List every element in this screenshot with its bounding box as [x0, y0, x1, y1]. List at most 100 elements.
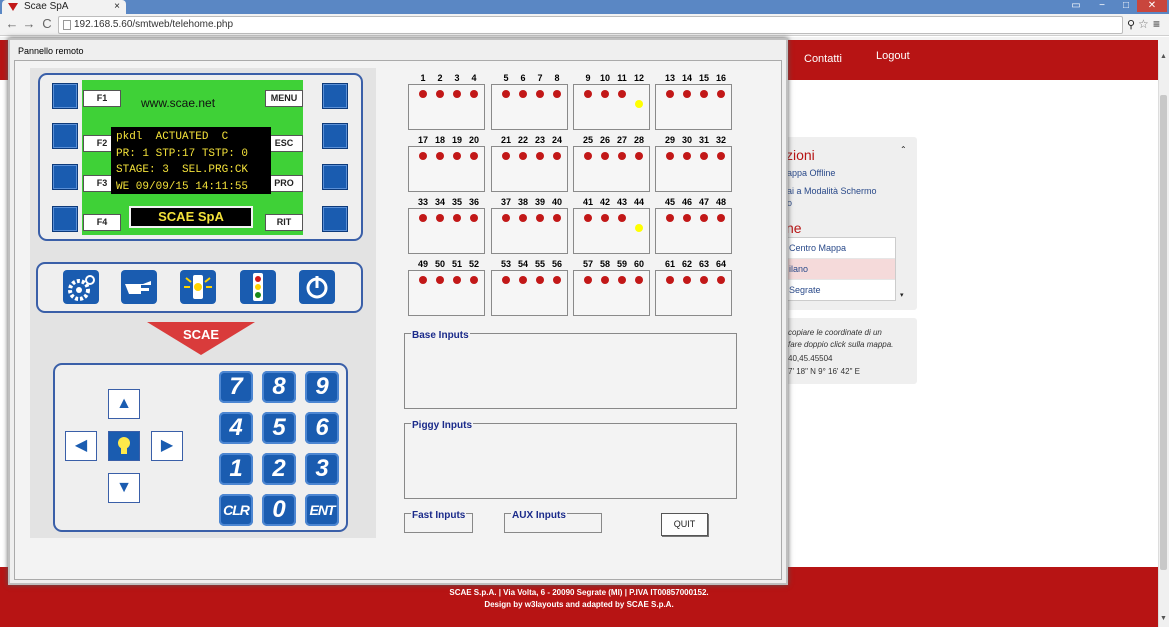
io-led	[601, 276, 609, 284]
io-group-box	[491, 208, 568, 254]
address-bar[interactable]: 192.168.5.60/smtweb/telehome.php	[58, 16, 1123, 34]
io-group-box	[408, 84, 485, 130]
quit-button[interactable]: QUIT	[661, 513, 708, 536]
map-item[interactable]: Segrate	[787, 280, 895, 300]
side-key-right-3[interactable]	[322, 164, 348, 190]
maximize-icon[interactable]: □	[1113, 0, 1139, 12]
menu-key[interactable]: MENU	[265, 90, 303, 107]
base-inputs-legend: Base Inputs	[411, 330, 470, 341]
nav-link-contatti[interactable]: Contatti	[804, 53, 842, 65]
io-led	[666, 100, 674, 108]
sidebar-item-fullscreen[interactable]: ai a Modalità Schermo	[787, 186, 877, 196]
io-led	[453, 90, 461, 98]
side-key-left-1[interactable]	[52, 83, 78, 109]
io-led	[502, 224, 510, 232]
hand-pointer-icon[interactable]	[121, 270, 157, 304]
io-led	[635, 152, 643, 160]
io-led	[419, 90, 427, 98]
back-icon[interactable]: ←	[4, 16, 20, 32]
clr-key[interactable]: CLR	[219, 494, 253, 526]
key-4[interactable]: 4	[219, 412, 253, 444]
io-led	[635, 276, 643, 284]
arrow-left-key[interactable]: ◀	[65, 431, 97, 461]
side-key-left-4[interactable]	[52, 206, 78, 232]
power-icon[interactable]	[299, 270, 335, 304]
hint-line: copiare le coordinate di un	[788, 328, 882, 337]
io-led	[700, 276, 708, 284]
browser-tab[interactable]: Scae SpA ×	[2, 0, 126, 14]
side-key-right-1[interactable]	[322, 83, 348, 109]
io-label: 20	[468, 135, 479, 145]
reload-icon[interactable]: C	[39, 16, 55, 32]
dropdown-icon[interactable]: ▾	[900, 291, 904, 299]
io-led	[584, 276, 592, 284]
traffic-light-flash-icon[interactable]	[180, 270, 216, 304]
forward-icon[interactable]: →	[21, 16, 37, 32]
arrow-up-key[interactable]: ▲	[108, 389, 140, 419]
sidebar-item-offline[interactable]: appa Offline	[787, 168, 835, 178]
arrow-right-key[interactable]: ▶	[151, 431, 183, 461]
fast-inputs-panel: Fast Inputs	[404, 510, 473, 533]
base-inputs-panel: Base Inputs	[404, 330, 737, 409]
settings-icon[interactable]	[63, 270, 99, 304]
io-led	[601, 162, 609, 170]
rit-key[interactable]: RIT	[265, 214, 303, 231]
io-group: 17 18 19 20	[408, 135, 486, 195]
side-key-left-2[interactable]	[52, 123, 78, 149]
io-led	[683, 276, 691, 284]
io-label: 17	[417, 135, 428, 145]
io-led	[635, 162, 643, 170]
f4-key[interactable]: F4	[83, 214, 121, 231]
scroll-thumb[interactable]	[1160, 95, 1167, 570]
window-close-icon[interactable]: ✕	[1137, 0, 1167, 12]
io-group-box	[491, 270, 568, 316]
io-led	[470, 214, 478, 222]
io-label: 42	[599, 197, 610, 207]
tab-close-icon[interactable]: ×	[114, 0, 120, 14]
key-1[interactable]: 1	[219, 453, 253, 485]
star-icon[interactable]: ☆	[1138, 17, 1149, 31]
favicon-icon	[8, 3, 18, 11]
url-text: 192.168.5.60/smtweb/telehome.php	[74, 19, 233, 30]
io-groups-grid: 1 2 3 4 5 6 7 8 9 10 11 12 13 14 15 16 17 18 19 20 21 22 23 24 2…	[408, 73, 738, 318]
io-label: 63	[698, 259, 709, 269]
side-key-left-3[interactable]	[52, 164, 78, 190]
nav-link-logout[interactable]: Logout	[876, 50, 910, 62]
minimize-icon[interactable]: −	[1089, 0, 1115, 12]
side-key-right-4[interactable]	[322, 206, 348, 232]
io-label: 40	[551, 197, 562, 207]
ent-key[interactable]: ENT	[305, 494, 339, 526]
key-2[interactable]: 2	[262, 453, 296, 485]
map-item[interactable]: ilano	[787, 259, 895, 280]
io-led	[618, 152, 626, 160]
key-5[interactable]: 5	[262, 412, 296, 444]
footer-line: SCAE S.p.A. | Via Volta, 6 - 20090 Segra…	[449, 588, 709, 597]
io-label: 58	[599, 259, 610, 269]
scroll-up-icon[interactable]: ▲	[1158, 50, 1169, 64]
key-7[interactable]: 7	[219, 371, 253, 403]
io-label: 29	[664, 135, 675, 145]
traffic-light-icon[interactable]	[240, 270, 276, 304]
coord-value: 40,45.45504	[788, 354, 833, 363]
io-group-box	[655, 84, 732, 130]
key-9[interactable]: 9	[305, 371, 339, 403]
key-3[interactable]: 3	[305, 453, 339, 485]
lamp-key[interactable]	[108, 431, 140, 461]
f1-key[interactable]: F1	[83, 90, 121, 107]
browser-tab-strip: Scae SpA × ▭ − □ ✕	[0, 0, 1169, 14]
key-0[interactable]: 0	[262, 494, 296, 526]
wrench-icon[interactable]: ⚲	[1127, 18, 1135, 31]
collapse-icon[interactable]: ⌃	[900, 145, 907, 154]
key-6[interactable]: 6	[305, 412, 339, 444]
io-group-box	[655, 208, 732, 254]
restore-icon[interactable]: ▭	[1063, 0, 1089, 12]
map-list[interactable]: Centro Mappa ilano Segrate	[786, 237, 896, 301]
key-8[interactable]: 8	[262, 371, 296, 403]
io-label: 7	[537, 73, 543, 83]
side-key-right-2[interactable]	[322, 123, 348, 149]
io-led	[553, 276, 561, 284]
menu-icon[interactable]: ≡	[1153, 17, 1160, 31]
map-item[interactable]: Centro Mappa	[787, 238, 895, 259]
arrow-down-key[interactable]: ▼	[108, 473, 140, 503]
scroll-down-icon[interactable]: ▼	[1158, 612, 1169, 626]
